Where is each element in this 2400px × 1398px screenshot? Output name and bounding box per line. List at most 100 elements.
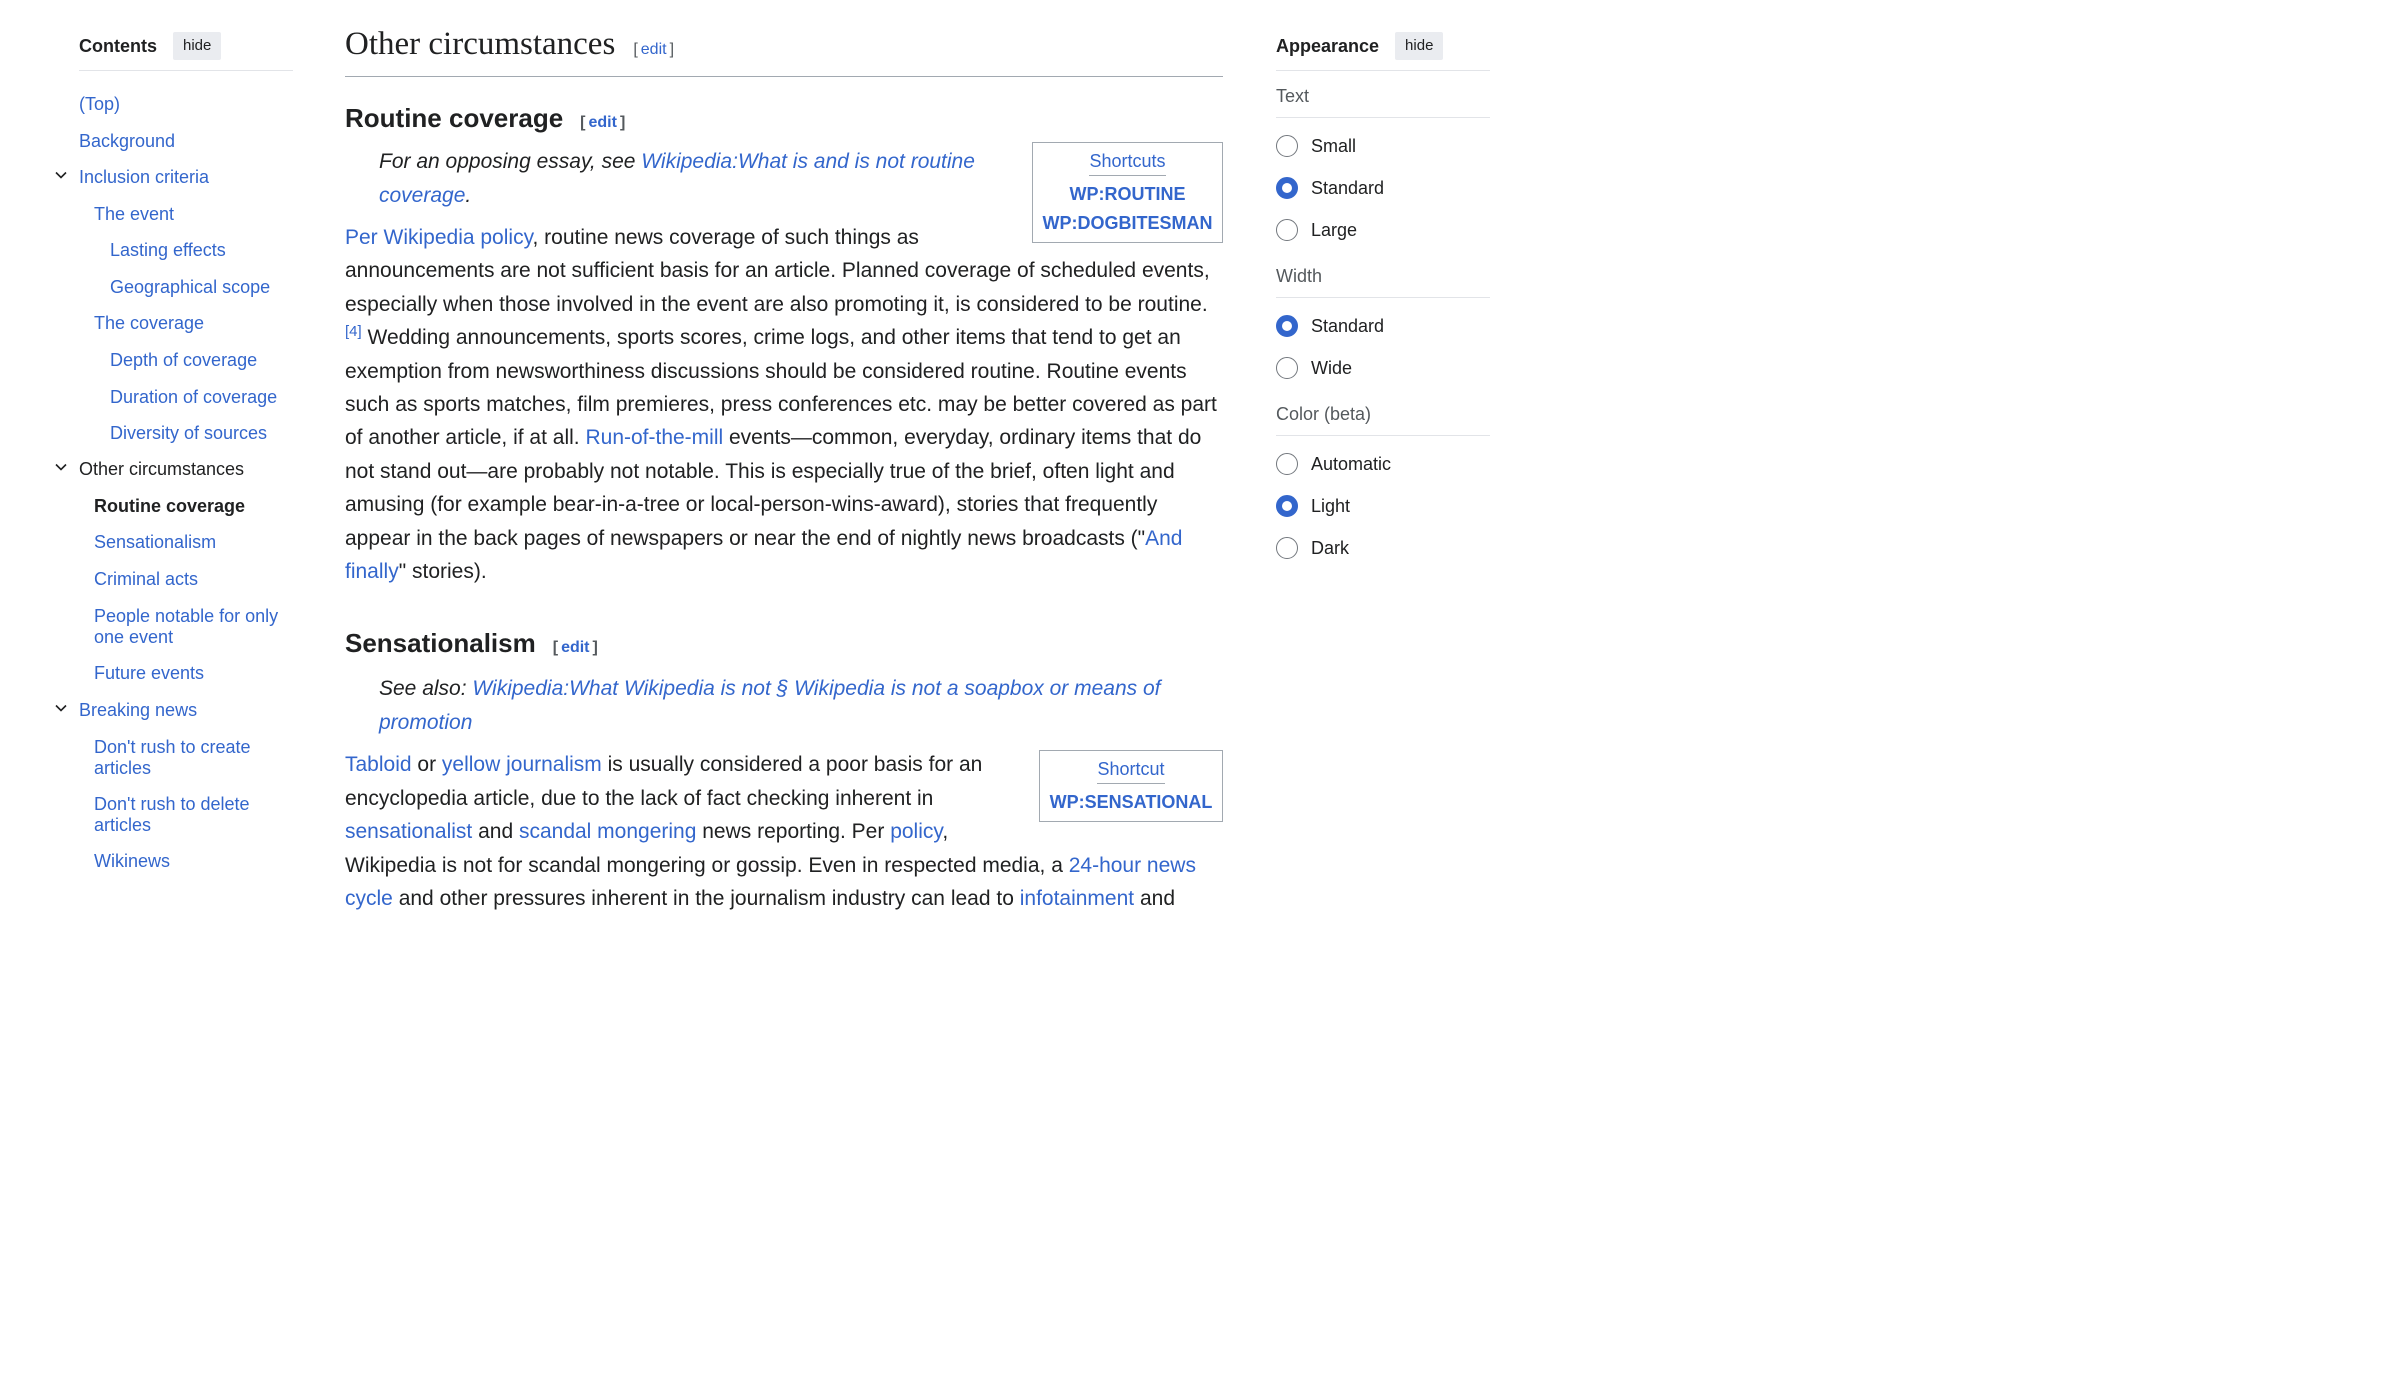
radio-button[interactable] bbox=[1276, 357, 1298, 379]
toc-item-the-coverage[interactable]: The coverage bbox=[94, 313, 293, 334]
toc-item-breaking-news[interactable]: Breaking news bbox=[79, 700, 197, 721]
section-heading: Other circumstances [edit] bbox=[345, 22, 1223, 77]
edit-link[interactable]: edit bbox=[561, 639, 589, 656]
section-title: Other circumstances bbox=[345, 26, 616, 62]
radio-button[interactable] bbox=[1276, 219, 1298, 241]
policy-link[interactable]: policy bbox=[890, 820, 942, 843]
text-size-label: Text bbox=[1276, 86, 1490, 118]
shortcut-link[interactable]: WP:ROUTINE bbox=[1033, 180, 1222, 209]
yellow-journalism-link[interactable]: yellow journalism bbox=[442, 753, 602, 776]
paragraph-text: and bbox=[1134, 887, 1175, 911]
scandal-mongering-link[interactable]: scandal mongering bbox=[519, 820, 696, 843]
table-of-contents: Contents hide (Top) Background Inclusion… bbox=[55, 30, 293, 871]
shortcut-link[interactable]: WP:DOGBITESMAN bbox=[1033, 209, 1222, 238]
radio-label: Standard bbox=[1311, 315, 1385, 336]
reference-link[interactable]: [4] bbox=[345, 323, 362, 340]
hatnote: See also: Wikipedia:What Wikipedia is no… bbox=[345, 672, 1223, 740]
article-content: Other circumstances [edit] Routine cover… bbox=[345, 22, 1223, 916]
radio-text-small[interactable]: Small bbox=[1276, 125, 1490, 167]
policy-link[interactable]: Per Wikipedia policy bbox=[345, 226, 533, 249]
radio-color-light[interactable]: Light bbox=[1276, 485, 1490, 527]
color-label: Color (beta) bbox=[1276, 404, 1490, 436]
toc-item-dont-rush-create[interactable]: Don't rush to create articles bbox=[94, 737, 293, 779]
subsection-title: Routine coverage bbox=[345, 103, 564, 133]
shortcut-box: Shortcut WP:SENSATIONAL bbox=[1039, 750, 1223, 823]
radio-label: Light bbox=[1311, 495, 1351, 516]
radio-button[interactable] bbox=[1276, 537, 1298, 559]
toc-hide-button[interactable]: hide bbox=[173, 32, 222, 60]
edit-section-link: [edit] bbox=[580, 114, 626, 131]
radio-button[interactable] bbox=[1276, 135, 1298, 157]
toc-item-inclusion-criteria[interactable]: Inclusion criteria bbox=[79, 167, 209, 188]
shortcut-title-link[interactable]: Shortcut bbox=[1097, 759, 1165, 785]
toc-item-wikinews[interactable]: Wikinews bbox=[94, 851, 293, 872]
appearance-header: Appearance hide bbox=[1276, 30, 1490, 71]
toc-item-lasting-effects[interactable]: Lasting effects bbox=[110, 240, 226, 261]
infotainment-link[interactable]: infotainment bbox=[1020, 887, 1134, 910]
radio-text-large[interactable]: Large bbox=[1276, 209, 1490, 251]
toc-item-people-notable-one-event[interactable]: People notable for only one event bbox=[94, 606, 293, 648]
toc-item-future-events[interactable]: Future events bbox=[94, 663, 293, 684]
sensationalist-link[interactable]: sensationalist bbox=[345, 820, 472, 843]
paragraph-text: and bbox=[472, 820, 519, 844]
hatnote-text: . bbox=[465, 184, 472, 207]
radio-width-wide[interactable]: Wide bbox=[1276, 347, 1490, 389]
paragraph-text: " stories). bbox=[398, 560, 487, 584]
toc-item-depth-of-coverage[interactable]: Depth of coverage bbox=[110, 350, 257, 371]
radio-label: Standard bbox=[1311, 177, 1385, 198]
toc-item-dont-rush-delete[interactable]: Don't rush to delete articles bbox=[94, 794, 293, 836]
toc-item-diversity-of-sources[interactable]: Diversity of sources bbox=[110, 423, 267, 444]
paragraph: Per Wikipedia policy, routine news cover… bbox=[345, 221, 1223, 588]
appearance-hide-button[interactable]: hide bbox=[1395, 32, 1444, 60]
radio-button-checked[interactable] bbox=[1276, 315, 1298, 337]
radio-label: Automatic bbox=[1311, 453, 1392, 474]
edit-link[interactable]: edit bbox=[641, 41, 667, 58]
hatnote-text: See also: bbox=[379, 677, 473, 701]
radio-label: Large bbox=[1311, 219, 1358, 240]
toc-title: Contents bbox=[79, 35, 157, 56]
toc-item-duration-of-coverage[interactable]: Duration of coverage bbox=[110, 387, 277, 408]
radio-width-standard[interactable]: Standard bbox=[1276, 305, 1490, 347]
paragraph-text: and other pressures inherent in the jour… bbox=[392, 887, 1020, 911]
color-options: Automatic Light Dark bbox=[1276, 443, 1490, 569]
radio-label: Small bbox=[1311, 135, 1357, 156]
toc-item-routine-coverage[interactable]: Routine coverage bbox=[94, 496, 293, 517]
run-of-the-mill-link[interactable]: Run-of-the-mill bbox=[585, 426, 723, 449]
radio-label: Dark bbox=[1311, 537, 1350, 558]
edit-section-link: [edit] bbox=[552, 639, 598, 657]
appearance-title: Appearance bbox=[1276, 35, 1380, 56]
toc-item-criminal-acts[interactable]: Criminal acts bbox=[94, 569, 293, 590]
subsection-heading-sensationalism: Sensationalism [edit] bbox=[345, 626, 1223, 665]
paragraph-text: or bbox=[411, 753, 442, 777]
radio-color-dark[interactable]: Dark bbox=[1276, 527, 1490, 569]
appearance-panel: Appearance hide Text Small Standard Larg… bbox=[1276, 30, 1490, 569]
toc-header: Contents hide bbox=[79, 30, 293, 71]
edit-link[interactable]: edit bbox=[589, 114, 617, 131]
radio-button[interactable] bbox=[1276, 453, 1298, 475]
toc-item-background[interactable]: Background bbox=[79, 131, 175, 152]
radio-text-standard[interactable]: Standard bbox=[1276, 167, 1490, 209]
shortcut-link[interactable]: WP:SENSATIONAL bbox=[1040, 788, 1222, 817]
radio-button-checked[interactable] bbox=[1276, 177, 1298, 199]
toc-item-sensationalism[interactable]: Sensationalism bbox=[94, 532, 293, 553]
radio-color-automatic[interactable]: Automatic bbox=[1276, 443, 1490, 485]
width-options: Standard Wide bbox=[1276, 305, 1490, 389]
chevron-down-icon[interactable] bbox=[54, 168, 68, 182]
width-label: Width bbox=[1276, 266, 1490, 298]
toc-item-the-event[interactable]: The event bbox=[94, 204, 293, 225]
toc-item-other-circumstances[interactable]: Other circumstances bbox=[79, 459, 244, 480]
chevron-down-icon[interactable] bbox=[54, 701, 68, 715]
edit-section-link: [edit] bbox=[633, 41, 675, 58]
subsection-title: Sensationalism bbox=[345, 628, 536, 659]
shortcuts-title-link[interactable]: Shortcuts bbox=[1089, 151, 1166, 176]
text-size-options: Small Standard Large bbox=[1276, 125, 1490, 251]
paragraph-text: news reporting. Per bbox=[696, 820, 891, 844]
shortcut-box: Shortcuts WP:ROUTINE WP:DOGBITESMAN bbox=[1032, 142, 1223, 243]
hatnote-link[interactable]: Wikipedia:What Wikipedia is not § Wikipe… bbox=[379, 677, 1161, 734]
toc-item-geographical-scope[interactable]: Geographical scope bbox=[110, 277, 270, 298]
radio-button-checked[interactable] bbox=[1276, 495, 1298, 517]
hatnote-text: For an opposing essay, see bbox=[379, 150, 642, 173]
toc-item-top[interactable]: (Top) bbox=[79, 94, 120, 115]
chevron-down-icon[interactable] bbox=[54, 460, 68, 474]
tabloid-link[interactable]: Tabloid bbox=[345, 753, 412, 776]
